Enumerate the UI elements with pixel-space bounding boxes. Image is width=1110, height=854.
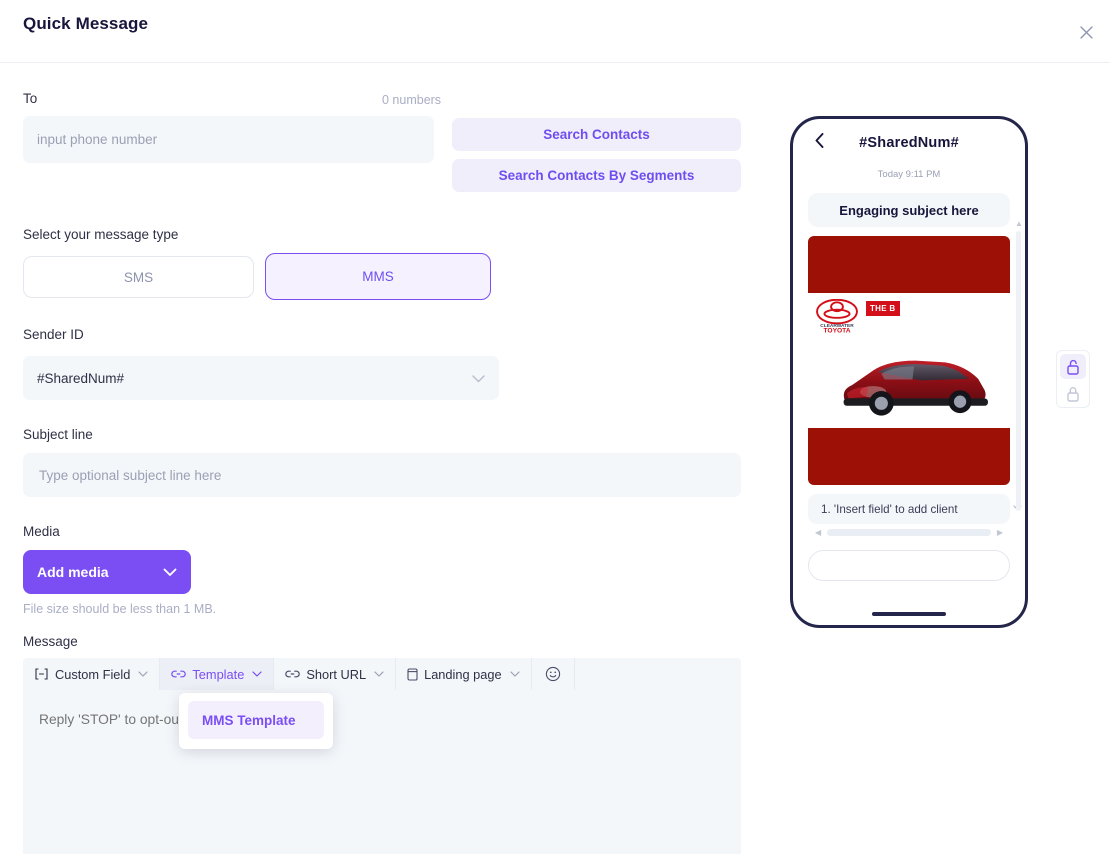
close-glyph (1079, 25, 1093, 39)
scroll-thumb[interactable] (1016, 231, 1021, 511)
message-type-label: Select your message type (23, 227, 179, 242)
preview-vertical-scrollbar[interactable]: ▲ (1015, 219, 1023, 525)
mms-banner-bottom (808, 428, 1010, 485)
chevron-left-icon[interactable] (815, 133, 824, 153)
modal-header: Quick Message (0, 0, 1110, 63)
unlock-glyph (1067, 359, 1079, 375)
landing-page-icon (407, 667, 418, 681)
toolbar-custom-field[interactable]: Custom Field (23, 658, 161, 690)
subject-line-input[interactable] (23, 453, 741, 497)
sender-id-value: #SharedNum# (37, 370, 125, 386)
message-type-mms[interactable]: MMS (265, 253, 491, 300)
preview-subject-bubble: Engaging subject here (808, 193, 1010, 227)
close-icon[interactable] (1074, 20, 1098, 44)
mms-banner-top (808, 236, 1010, 293)
add-media-button[interactable]: Add media (23, 550, 191, 594)
phone-home-indicator (872, 612, 946, 616)
toolbar-template-label: Template (192, 666, 245, 682)
chevron-down-icon (374, 668, 384, 680)
sender-id-select[interactable]: #SharedNum# (23, 356, 499, 400)
toolbar-short-url-label: Short URL (306, 666, 367, 682)
chevron-glyph (163, 568, 177, 576)
scroll-left-icon[interactable]: ◀ (815, 528, 821, 537)
link-glyph (171, 670, 187, 678)
lock-panel (1056, 350, 1090, 408)
toyota-logo-icon: CLEARWATER TOYOTA (816, 299, 858, 333)
svg-text:TOYOTA: TOYOTA (823, 328, 850, 333)
link-glyph (285, 670, 301, 678)
phone-preview-header: #SharedNum# (793, 119, 1025, 167)
back-glyph (815, 133, 824, 148)
phone-preview: #SharedNum# Today 9:11 PM Engaging subje… (790, 116, 1028, 628)
toolbar-custom-field-label: Custom Field (55, 666, 131, 682)
preview-timestamp: Today 9:11 PM (877, 169, 941, 180)
numbers-count: 0 numbers (382, 93, 442, 107)
phone-preview-title: #SharedNum# (859, 135, 959, 151)
to-label: To (23, 91, 38, 106)
page-title: Quick Message (23, 14, 149, 33)
brackets-glyph (35, 668, 48, 680)
message-body-input[interactable] (23, 690, 741, 854)
preview-reply-input[interactable] (808, 550, 1010, 581)
scroll-track[interactable] (827, 529, 991, 536)
preview-mms-image: CLEARWATER TOYOTA THE B (808, 236, 1010, 485)
media-label: Media (23, 524, 60, 539)
add-media-label: Add media (37, 564, 109, 580)
chevron-down-icon (138, 668, 148, 680)
message-type-sms[interactable]: SMS (23, 256, 254, 298)
media-size-hint: File size should be less than 1 MB. (23, 602, 217, 616)
sender-id-label: Sender ID (23, 327, 84, 342)
toolbar-short-url[interactable]: Short URL (274, 658, 397, 690)
unlock-icon[interactable] (1060, 354, 1086, 379)
subject-input-wrap (23, 453, 741, 497)
link-icon (171, 669, 187, 679)
message-label: Message (23, 634, 78, 649)
lock-glyph (1067, 386, 1079, 402)
subject-line-label: Subject line (23, 427, 93, 442)
template-menu-item-mms[interactable]: MMS Template (188, 701, 324, 739)
chevron-glyph (252, 671, 262, 677)
lock-icon[interactable] (1060, 381, 1086, 406)
scroll-right-icon[interactable]: ▶ (997, 528, 1003, 537)
toolbar-template[interactable]: Template (160, 658, 275, 690)
chevron-glyph (472, 374, 485, 382)
quick-message-modal: Quick Message To 0 numbers Search Contac… (0, 0, 1110, 854)
custom-field-icon (34, 668, 49, 680)
toolbar-landing-page-label: Landing page (424, 666, 502, 682)
smiley-icon (545, 666, 560, 682)
search-contacts-by-segments-button[interactable]: Search Contacts By Segments (452, 159, 741, 192)
device-glyph (407, 667, 418, 681)
message-toolbar: Custom Field Template Short URL Landing … (23, 658, 741, 690)
chevron-glyph (510, 671, 520, 677)
mms-image-middle: CLEARWATER TOYOTA THE B (808, 293, 1010, 428)
phone-input-wrap (23, 116, 434, 163)
preview-insert-field-text: 1. 'Insert field' to add client (821, 502, 958, 516)
chevron-glyph (374, 671, 384, 677)
scroll-up-icon[interactable]: ▲ (1015, 219, 1023, 228)
preview-horizontal-scrollbar[interactable]: ◀ ▶ (815, 528, 1003, 537)
preview-insert-field-hint: 1. 'Insert field' to add client (808, 494, 1022, 524)
chevron-glyph (138, 671, 148, 677)
car-photo (843, 360, 988, 416)
chevron-down-icon (472, 371, 485, 386)
chevron-down-icon (252, 668, 262, 680)
toolbar-emoji-button[interactable] (532, 658, 575, 690)
toolbar-landing-page[interactable]: Landing page (396, 658, 532, 690)
phone-preview-body: Today 9:11 PM Engaging subject here CLEA… (793, 167, 1025, 587)
search-contacts-button[interactable]: Search Contacts (452, 118, 741, 151)
template-dropdown-menu: MMS Template (179, 693, 333, 749)
phone-number-input[interactable] (23, 116, 434, 163)
link-icon (285, 669, 301, 679)
mms-brand-badge: THE B (866, 301, 900, 316)
chevron-down-icon (163, 565, 177, 580)
chevron-down-icon (510, 668, 520, 680)
